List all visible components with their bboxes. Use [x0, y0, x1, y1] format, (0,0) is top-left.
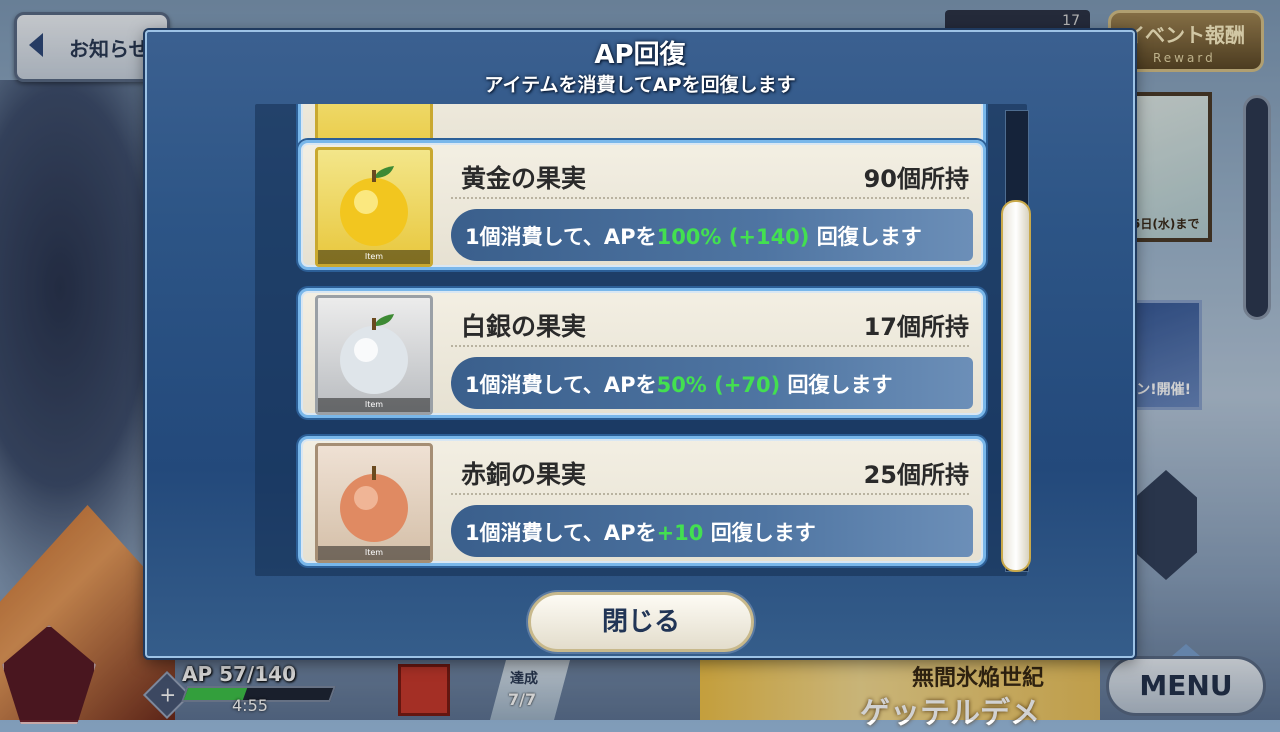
close-button[interactable]: 閉じる — [528, 592, 754, 652]
gold-apple-icon: Item — [315, 147, 433, 267]
desc-prefix: 1個消費して、APを — [465, 373, 657, 397]
recovery-amount: 100% (+140) — [656, 225, 810, 249]
bronze-apple-icon: Item — [315, 443, 433, 563]
item-count: 90個所持 — [863, 165, 969, 193]
list-item-silver-apple[interactable]: Item 白銀の果実 17個所持 1個消費して、APを50% (+70) 回復し… — [298, 288, 986, 418]
desc-prefix: 1個消費して、APを — [465, 521, 657, 545]
divider — [451, 493, 969, 495]
ap-recovery-dialog: AP回復 アイテムを消費してAPを回復します Item Item 黄金の果実 9… — [145, 30, 1135, 658]
item-count: 17個所持 — [863, 313, 969, 341]
desc-suffix: 回復します — [809, 225, 922, 249]
recovery-amount: 50% (+70) — [656, 373, 781, 397]
desc-suffix: 回復します — [780, 373, 893, 397]
desc-prefix: 1個消費して、APを — [465, 225, 657, 249]
item-description: 1個消費して、APを50% (+70) 回復します — [451, 357, 973, 409]
item-description: 1個消費して、APを+10 回復します — [451, 505, 973, 557]
list-scrollbar-thumb[interactable] — [1001, 200, 1031, 572]
dialog-title: AP回復 — [594, 40, 686, 70]
item-name: 黄金の果実 — [461, 164, 587, 193]
item-tag: Item — [318, 546, 430, 560]
item-description: 1個消費して、APを100% (+140) 回復します — [451, 209, 973, 261]
item-name: 赤銅の果実 — [461, 460, 587, 489]
item-tag: Item — [318, 398, 430, 412]
item-name: 白銀の果実 — [461, 312, 587, 341]
divider — [451, 345, 969, 347]
item-tag: Item — [318, 250, 430, 264]
list-item-bronze-apple[interactable]: Item 赤銅の果実 25個所持 1個消費して、APを+10 回復します — [298, 436, 986, 566]
silver-apple-icon: Item — [315, 295, 433, 415]
item-count: 25個所持 — [863, 461, 969, 489]
list-item-gold-apple[interactable]: Item 黄金の果実 90個所持 1個消費して、APを100% (+140) 回… — [298, 140, 986, 270]
desc-suffix: 回復します — [703, 521, 816, 545]
recovery-amount: +10 — [656, 521, 704, 545]
item-list[interactable]: Item Item 黄金の果実 90個所持 1個消費して、APを100% (+1… — [255, 104, 1027, 576]
dialog-subtitle: アイテムを消費してAPを回復します — [484, 74, 796, 96]
divider — [451, 197, 969, 199]
